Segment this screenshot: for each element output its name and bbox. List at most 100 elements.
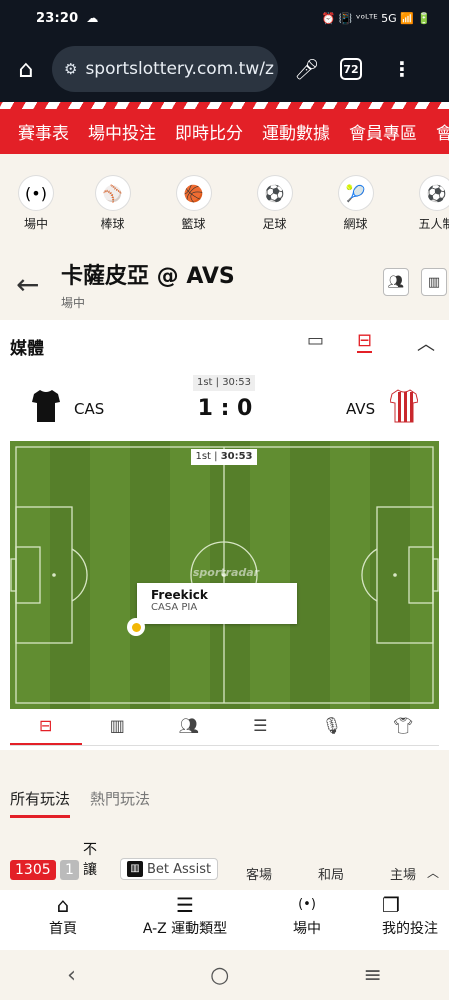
event-card: Freekick CASA PIA	[137, 583, 297, 624]
stats-icon[interactable]: ▥	[421, 268, 447, 296]
url-text: sportslottery.com.tw/z	[85, 59, 274, 79]
tv-icon[interactable]: ▭	[307, 330, 324, 351]
recents-icon[interactable]: ≡	[363, 963, 381, 988]
bottom-nav-home[interactable]: ⌂ 首頁	[0, 890, 126, 950]
home-circle-icon[interactable]: ○	[210, 963, 229, 988]
home-shirt-icon	[32, 390, 60, 422]
match-score: 1 : 0	[197, 396, 253, 421]
sport-label: 網球	[343, 217, 368, 231]
sport-basketball[interactable]: 🏀 籃球	[153, 166, 234, 238]
url-bar[interactable]: ⚙ sportslottery.com.tw/z	[52, 46, 278, 92]
bottom-nav-label: 首頁	[49, 921, 77, 937]
media-panel: 媒體 ▭ ⊟ ︿ 1st | 30:53 CAS 1 : 0 AVS 1st |…	[0, 320, 449, 750]
tab-pitch[interactable]: ⊟	[10, 710, 82, 745]
collapse-chevron-icon[interactable]: ︿	[427, 864, 439, 881]
bottom-nav-live[interactable]: (•) 場中	[244, 890, 370, 950]
game-header-row: 1305 1 不讓 ▥ Bet Assist 客場 和局 主場 ︿	[0, 838, 449, 888]
sport-label: 五人制	[418, 217, 449, 231]
status-time: 23:20	[36, 10, 79, 26]
home-icon: ⌂	[56, 893, 70, 917]
pitch-clock: 1st | 30:53	[191, 449, 257, 465]
event-team: CASA PIA	[151, 602, 198, 613]
nav-live-scores[interactable]: 即時比分	[175, 119, 243, 144]
col-home: 主場	[390, 868, 417, 883]
match-subtitle: 場中	[61, 296, 86, 310]
bottom-nav-label: 場中	[293, 921, 321, 937]
tab-stats[interactable]: ▥	[82, 710, 154, 745]
nav-sports-data[interactable]: 運動數據	[262, 119, 330, 144]
chart-icon: ▥	[127, 861, 143, 877]
status-indicators: ⏰ 📳 ᵛᵒᴸᵀᴱ 5G 📶 🔋	[321, 11, 431, 25]
away-shirt-icon	[390, 389, 418, 423]
home-icon[interactable]: ⌂	[0, 55, 52, 83]
microphone-icon[interactable]: 🎤︎	[278, 57, 336, 81]
media-subtabs: ⊟ ▥ 👥︎ ☰ 🎙︎ 👕︎	[10, 710, 439, 746]
bottom-nav-sports[interactable]: ☰ A-Z 運動類型	[126, 890, 244, 950]
nav-live-betting[interactable]: 場中投注	[88, 119, 156, 144]
tab-kit[interactable]: 👕︎	[368, 710, 440, 745]
collapse-chevron-icon[interactable]: ︿	[417, 330, 435, 356]
sport-tennis[interactable]: 🎾 網球	[315, 166, 396, 238]
app-page: 23:20 ☁ ⏰ 📳 ᵛᵒᴸᵀᴱ 5G 📶 🔋 ⌂ ⚙ sportslotte…	[0, 0, 449, 1000]
col-away: 客場	[246, 868, 273, 883]
lineup-icon[interactable]: 👥︎	[383, 268, 409, 296]
sport-selector: (•) 場中 ⚾ 棒球 🏀 籃球 ⚽ 足球 🎾 網球 ⚽ 五人制	[0, 166, 449, 238]
tennis-icon: 🎾	[338, 176, 373, 210]
away-team-name: AVS	[346, 400, 376, 418]
tab-all-markets[interactable]: 所有玩法	[10, 788, 71, 818]
game-id-badge: 1305	[10, 860, 56, 880]
cloud-icon: ☁	[86, 11, 99, 25]
sport-label: 場中	[23, 217, 48, 231]
basketball-icon: 🏀	[176, 176, 211, 210]
col-draw: 和局	[318, 868, 345, 883]
tab-count-button[interactable]: 72	[340, 58, 362, 80]
status-bar: 23:20 ☁ ⏰ 📳 ᵛᵒᴸᵀᴱ 5G 📶 🔋	[0, 0, 449, 36]
decorative-stripe	[0, 102, 449, 109]
top-navigation: 賽事表 場中投注 即時比分 運動數據 會員專區 會	[0, 109, 449, 154]
media-title: 媒體	[10, 339, 44, 359]
home-team-name: CAS	[74, 400, 105, 418]
nav-member-area[interactable]: 會員專區	[349, 119, 417, 144]
tab-popular-markets[interactable]: 熱門玩法	[90, 788, 150, 818]
match-title: 卡薩皮亞 @ AVS	[61, 264, 235, 289]
baseball-icon: ⚾	[95, 176, 130, 210]
sport-label: 籃球	[181, 217, 206, 231]
betslip-icon: ❐	[382, 893, 400, 917]
tab-commentary[interactable]: 🎙︎	[296, 710, 368, 745]
nav-overflow[interactable]: 會	[436, 119, 449, 144]
bottom-navigation: ⌂ 首頁 ☰ A-Z 運動類型 (•) 場中 ❐ 我的投注	[0, 890, 449, 950]
game-count-badge: 1	[60, 860, 79, 880]
hamburger-icon: ☰	[176, 893, 194, 917]
event-title: Freekick	[151, 588, 208, 602]
browser-toolbar: ⌂ ⚙ sportslottery.com.tw/z 🎤︎ 72 ⋮	[0, 36, 449, 102]
game-type-label: 不讓	[83, 842, 97, 878]
sport-baseball[interactable]: ⚾ 棒球	[72, 166, 153, 238]
sportradar-watermark: sportradar	[192, 566, 260, 579]
bet-tabs: 所有玩法 熱門玩法	[10, 788, 150, 818]
futsal-icon: ⚽	[419, 176, 449, 210]
back-icon[interactable]: ‹	[67, 963, 76, 988]
sport-live[interactable]: (•) 場中	[0, 166, 72, 238]
nav-schedule[interactable]: 賽事表	[18, 119, 69, 144]
live-icon: (•)	[298, 897, 316, 912]
soccer-icon: ⚽	[257, 176, 292, 210]
pitch-view-icon[interactable]: ⊟	[357, 330, 373, 353]
bet-assist-button[interactable]: ▥ Bet Assist	[120, 858, 219, 880]
live-icon: (•)	[19, 176, 53, 210]
bet-assist-label: Bet Assist	[147, 861, 212, 877]
bottom-nav-my-bets[interactable]: ❐ 我的投注	[370, 890, 449, 950]
back-arrow-icon[interactable]: ←	[16, 268, 39, 301]
bottom-nav-label: A-Z 運動類型	[142, 921, 228, 937]
sport-soccer[interactable]: ⚽ 足球	[234, 166, 315, 238]
bottom-nav-label: 我的投注	[382, 921, 438, 937]
tab-lineups[interactable]: 👥︎	[153, 710, 225, 745]
ball-marker	[127, 618, 145, 636]
site-settings-icon[interactable]: ⚙	[64, 60, 77, 78]
sport-label: 足球	[262, 217, 287, 231]
match-period: 1st | 30:53	[193, 375, 255, 391]
sport-futsal[interactable]: ⚽ 五人制	[396, 166, 449, 238]
pitch-time: 30:53	[220, 451, 253, 462]
tab-events[interactable]: ☰	[225, 710, 297, 745]
more-menu-icon[interactable]: ⋮	[392, 57, 412, 81]
system-navigation: ‹ ○ ≡	[0, 950, 449, 1000]
